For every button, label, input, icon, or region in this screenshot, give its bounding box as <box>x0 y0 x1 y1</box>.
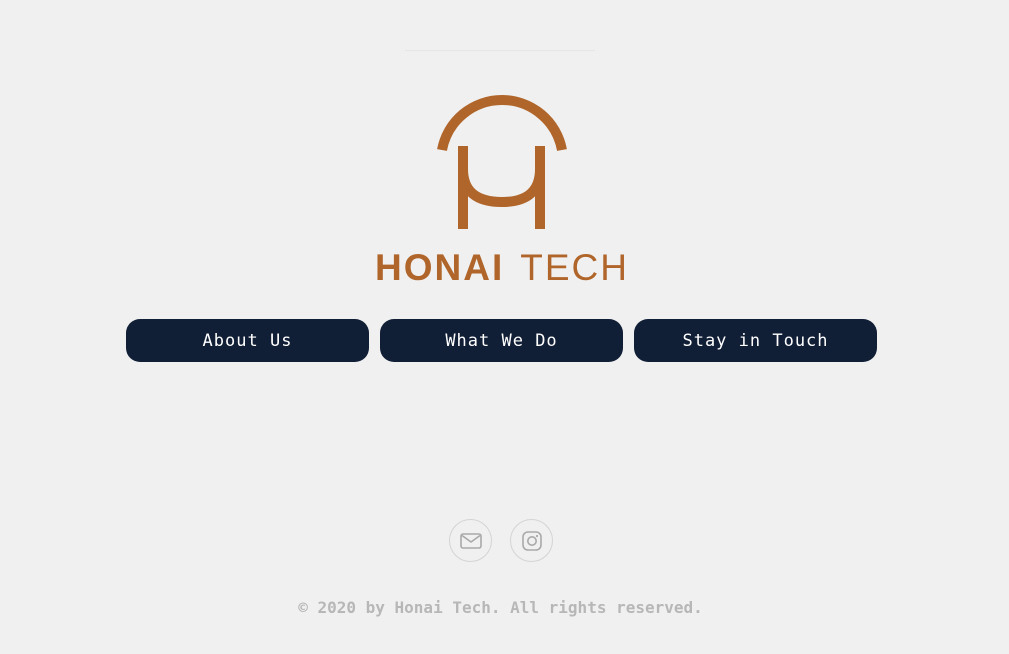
copyright-text: © 2020 by Honai Tech. All rights reserve… <box>298 598 703 617</box>
mail-icon <box>459 532 482 549</box>
top-divider <box>405 50 595 51</box>
what-we-do-button[interactable]: What We Do <box>380 319 623 362</box>
about-us-button[interactable]: About Us <box>126 319 369 362</box>
brand-wordmark: HONAI TECH <box>352 246 652 290</box>
instagram-link-button[interactable] <box>510 519 553 562</box>
instagram-icon <box>521 530 542 551</box>
stay-in-touch-button[interactable]: Stay in Touch <box>634 319 877 362</box>
social-links <box>449 519 553 562</box>
email-link-button[interactable] <box>449 519 492 562</box>
main-navigation: About Us What We Do Stay in Touch <box>126 319 877 362</box>
honai-logo-icon <box>437 95 567 229</box>
brand-name-bold: HONAI <box>375 247 505 288</box>
brand-name-light: TECH <box>520 247 629 288</box>
